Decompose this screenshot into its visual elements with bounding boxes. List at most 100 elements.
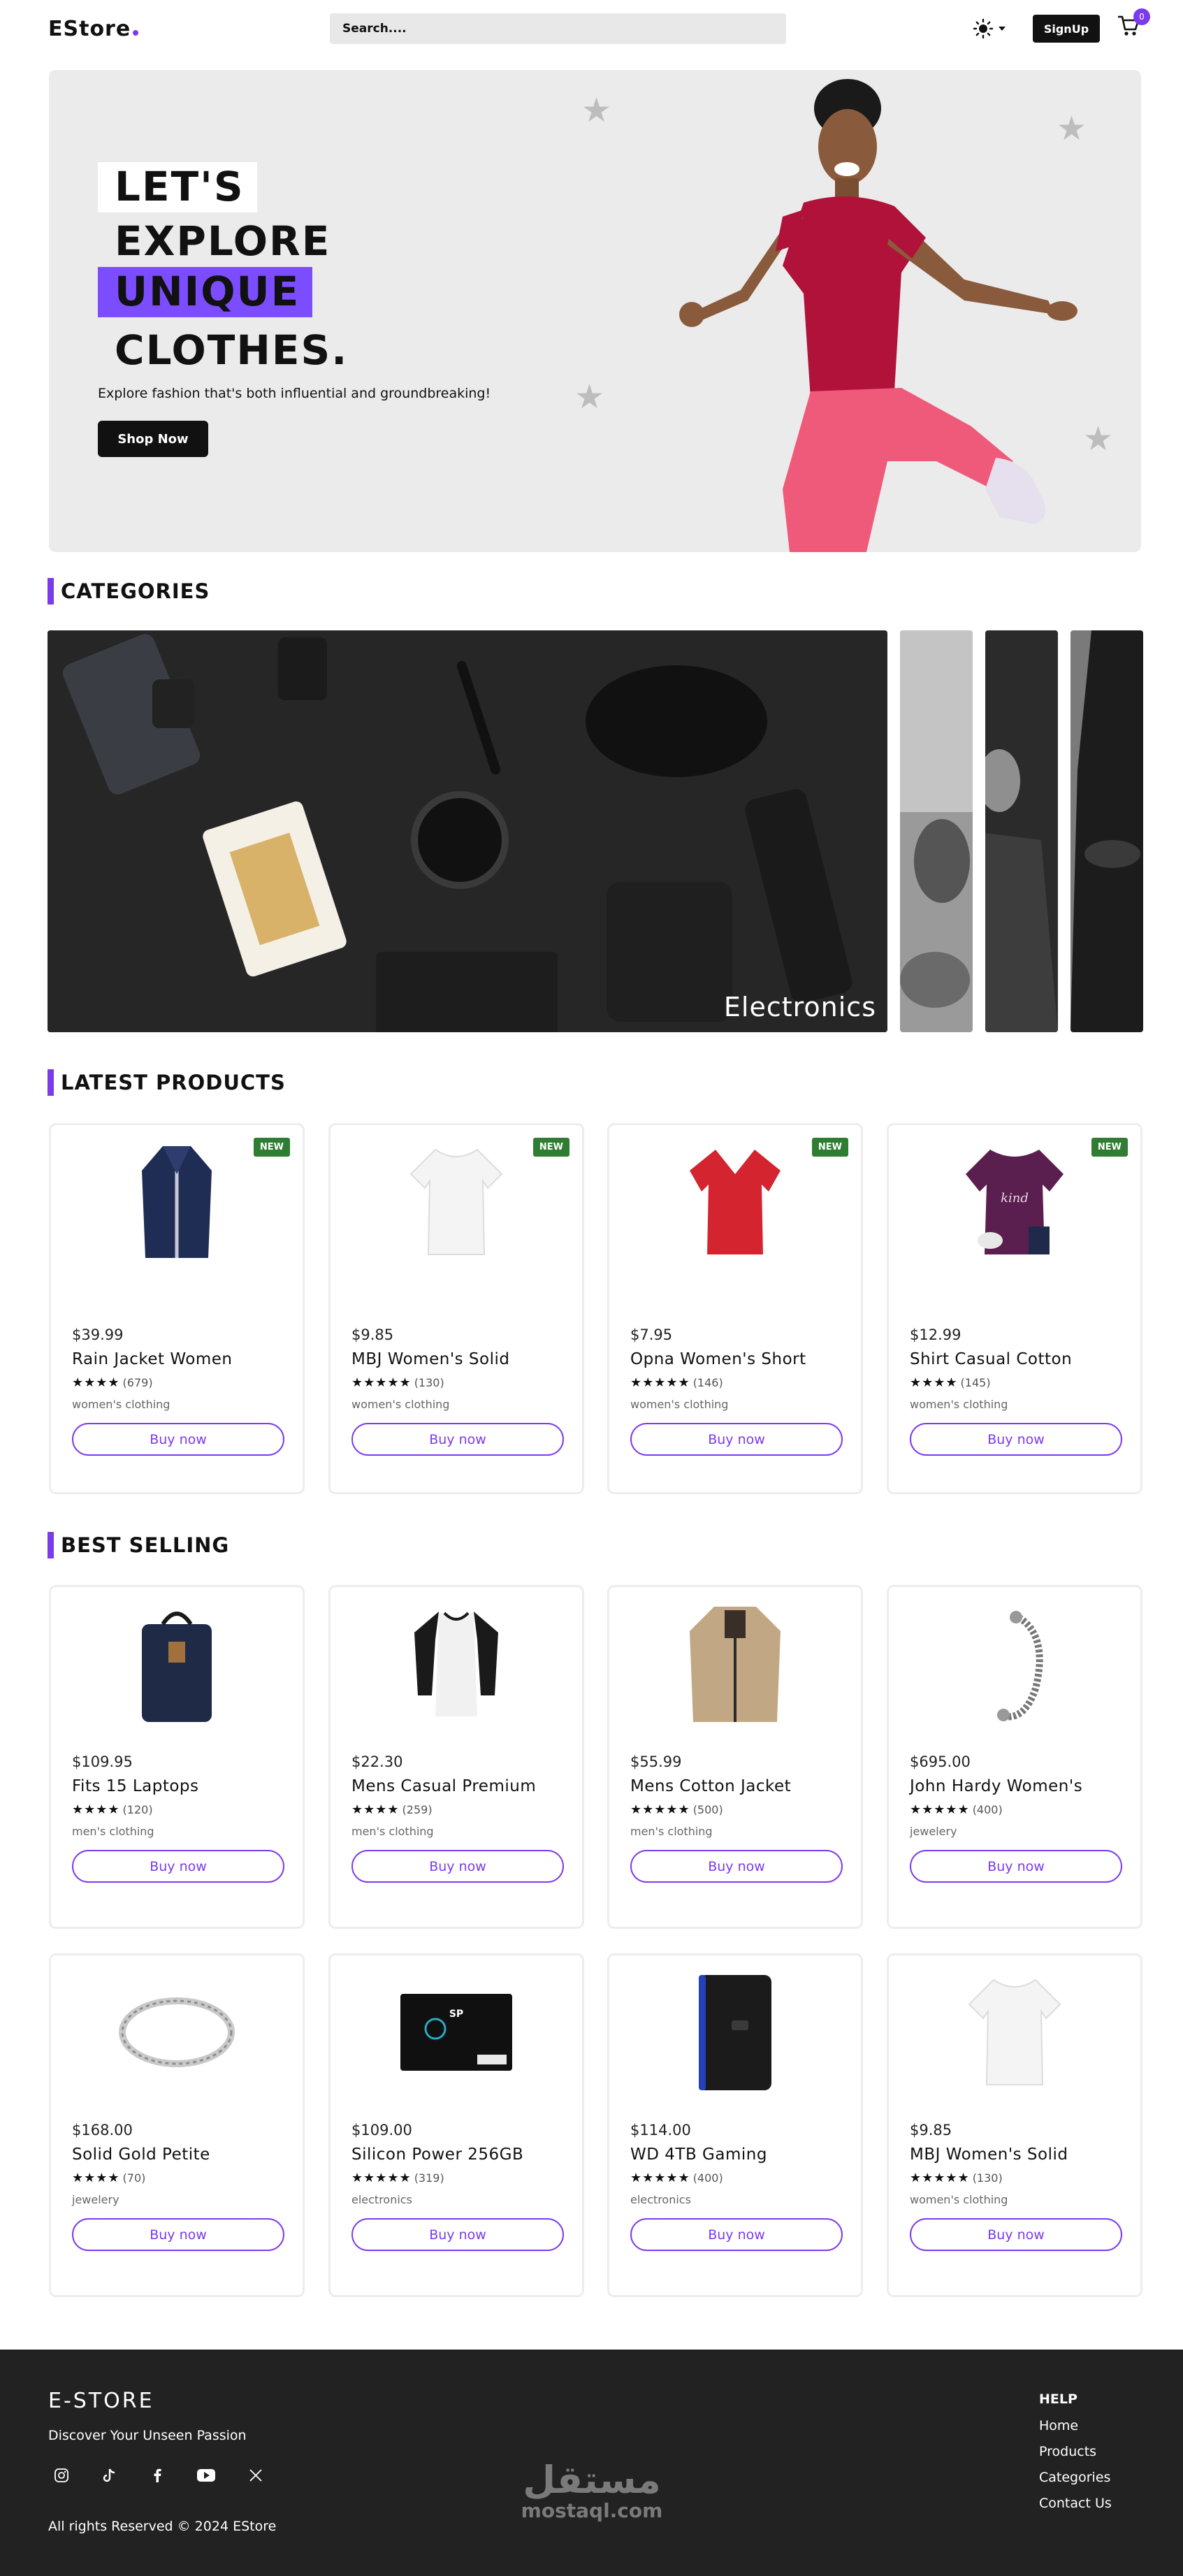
electronics-category-image: [48, 630, 887, 1032]
buy-now-button[interactable]: Buy now: [72, 1850, 284, 1883]
store-logo[interactable]: EStore: [48, 17, 139, 41]
buy-now-button[interactable]: Buy now: [630, 1850, 843, 1883]
product-name[interactable]: Mens Casual Premium: [351, 1777, 536, 1795]
buy-now-button[interactable]: Buy now: [630, 1423, 843, 1456]
product-category: electronics: [630, 2193, 691, 2206]
rating-count: (500): [692, 1803, 723, 1816]
facebook-link[interactable]: [146, 2464, 168, 2487]
hero-subtitle: Explore fashion that's both influential …: [98, 386, 491, 401]
product-name[interactable]: Fits 15 Laptops: [72, 1777, 199, 1795]
product-category: women's clothing: [351, 1398, 450, 1411]
watermark-arabic: مستقل: [523, 2458, 661, 2502]
watermark-url: mostaql.com: [521, 2499, 663, 2522]
rating-stars-icon: ★★★★: [351, 1802, 400, 1817]
facebook-icon: [154, 2468, 161, 2482]
product-name[interactable]: Opna Women's Short: [630, 1350, 806, 1368]
new-badge: NEW: [253, 1138, 290, 1157]
top-navbar: EStore SignUp 0: [0, 0, 1183, 57]
product-card-opna-women-s-short[interactable]: NEW $7.95 Opna Women's Short ★★★★★ (146) wome…: [607, 1123, 863, 1494]
product-category: jewelery: [910, 1825, 957, 1838]
product-name[interactable]: Silicon Power 256GB: [351, 2146, 523, 2164]
category-card-womens-clothing[interactable]: [1070, 630, 1143, 1032]
buy-now-button[interactable]: Buy now: [351, 2218, 564, 2251]
footer-copyright: All rights Reserved © 2024 EStore: [48, 2519, 277, 2534]
product-image: kind: [889, 1139, 1140, 1265]
category-card-jewelery[interactable]: [900, 630, 973, 1032]
rating-stars-icon: ★★★★★: [910, 1802, 970, 1817]
footer-link-products[interactable]: Products: [1039, 2444, 1096, 2459]
buy-now-button[interactable]: Buy now: [72, 2218, 284, 2251]
product-card-wd-4tb-gaming[interactable]: $114.00 WD 4TB Gaming ★★★★★ (400) electronic…: [607, 1953, 863, 2297]
footer-tagline: Discover Your Unseen Passion: [48, 2428, 247, 2443]
product-name[interactable]: Mens Cotton Jacket: [630, 1777, 791, 1795]
buy-now-button[interactable]: Buy now: [351, 1850, 564, 1883]
product-name[interactable]: WD 4TB Gaming: [630, 2146, 767, 2164]
x-twitter-link[interactable]: [245, 2464, 267, 2487]
rating-stars-icon: ★★★★★: [630, 1375, 690, 1390]
product-rating: ★★★★ (70): [72, 2171, 145, 2185]
product-card-john-hardy-women-s[interactable]: $695.00 John Hardy Women's ★★★★★ (400) jewel…: [887, 1585, 1142, 1929]
product-image: SP: [331, 1969, 582, 2095]
category-card-electronics[interactable]: Electronics: [48, 630, 887, 1032]
buy-now-button[interactable]: Buy now: [910, 1423, 1122, 1456]
category-card-mens-clothing[interactable]: [985, 630, 1058, 1032]
buy-now-button[interactable]: Buy now: [630, 2218, 843, 2251]
product-rating: ★★★★ (259): [351, 1802, 433, 1817]
footer-link-categories[interactable]: Categories: [1039, 2470, 1110, 2485]
product-image: [609, 1139, 861, 1265]
product-card-shirt-casual-cotton[interactable]: kind NEW $12.99 Shirt Casual Cotton ★★★★ (145…: [887, 1123, 1142, 1494]
categories-heading: CATEGORIES: [48, 578, 210, 605]
product-card-fits-15-laptops[interactable]: $109.95 Fits 15 Laptops ★★★★ (120) men's clo…: [49, 1585, 305, 1929]
rating-stars-icon: ★★★★: [910, 1375, 958, 1390]
instagram-link[interactable]: [50, 2464, 73, 2487]
footer-link-home[interactable]: Home: [1039, 2418, 1078, 2433]
buy-now-button[interactable]: Buy now: [910, 1850, 1122, 1883]
hero-line-3: UNIQUE: [98, 267, 313, 317]
hero-model-image: [679, 79, 1077, 552]
product-rating: ★★★★ (120): [72, 1802, 153, 1817]
product-category: electronics: [351, 2193, 412, 2206]
youtube-icon: [197, 2469, 215, 2482]
product-image: [609, 1969, 861, 2095]
signup-button[interactable]: SignUp: [1033, 15, 1100, 43]
cart-button[interactable]: 0: [1117, 8, 1150, 42]
product-price: $9.85: [351, 1326, 394, 1343]
search-input[interactable]: [330, 13, 786, 44]
product-card-rain-jacket-women[interactable]: NEW $39.99 Rain Jacket Women ★★★★ (679) women…: [49, 1123, 305, 1494]
tiktok-link[interactable]: [98, 2464, 120, 2487]
rating-stars-icon: ★★★★★: [351, 2171, 412, 2185]
product-image: [609, 1601, 861, 1727]
product-category: women's clothing: [910, 1398, 1008, 1411]
product-card-silicon-power-256gb[interactable]: SP $109.00 Silicon Power 256GB ★★★★★ (319) el…: [328, 1953, 584, 2297]
product-name[interactable]: MBJ Women's Solid: [351, 1350, 509, 1368]
rating-stars-icon: ★★★★: [72, 1375, 120, 1390]
rating-stars-icon: ★★★★: [72, 2171, 120, 2185]
shop-now-button[interactable]: Shop Now: [98, 421, 208, 457]
rating-count: (70): [122, 2171, 146, 2185]
rating-count: (400): [692, 2171, 723, 2185]
product-image: [889, 1969, 1140, 2095]
product-card-solid-gold-petite[interactable]: $168.00 Solid Gold Petite ★★★★ (70) jewelery…: [49, 1953, 305, 2297]
buy-now-button[interactable]: Buy now: [72, 1423, 284, 1456]
site-footer: E-STORE Discover Your Unseen Passion All…: [0, 2350, 1183, 2576]
product-rating: ★★★★ (145): [910, 1375, 991, 1390]
x-icon: [249, 2469, 262, 2482]
product-price: $114.00: [630, 2122, 691, 2139]
product-card-mbj-women-s-solid[interactable]: $9.85 MBJ Women's Solid ★★★★★ (130) women's …: [887, 1953, 1142, 2297]
footer-link-contact-us[interactable]: Contact Us: [1039, 2496, 1112, 2511]
product-name[interactable]: Shirt Casual Cotton: [910, 1350, 1072, 1368]
product-name[interactable]: MBJ Women's Solid: [910, 2146, 1068, 2164]
rating-count: (145): [960, 1376, 991, 1389]
theme-toggle[interactable]: [973, 17, 1012, 41]
youtube-link[interactable]: [195, 2464, 217, 2487]
product-card-mens-casual-premium[interactable]: $22.30 Mens Casual Premium ★★★★ (259) men's …: [328, 1585, 584, 1929]
buy-now-button[interactable]: Buy now: [910, 2218, 1122, 2251]
product-rating: ★★★★★ (400): [630, 2171, 723, 2185]
product-card-mbj-women-s-solid[interactable]: NEW $9.85 MBJ Women's Solid ★★★★★ (130) women…: [328, 1123, 584, 1494]
product-name[interactable]: Rain Jacket Women: [72, 1350, 232, 1368]
buy-now-button[interactable]: Buy now: [351, 1423, 564, 1456]
hero-line-4: CLOTHES.: [115, 326, 349, 374]
product-name[interactable]: John Hardy Women's: [910, 1777, 1082, 1795]
product-name[interactable]: Solid Gold Petite: [72, 2146, 210, 2164]
product-card-mens-cotton-jacket[interactable]: $55.99 Mens Cotton Jacket ★★★★★ (500) men's …: [607, 1585, 863, 1929]
